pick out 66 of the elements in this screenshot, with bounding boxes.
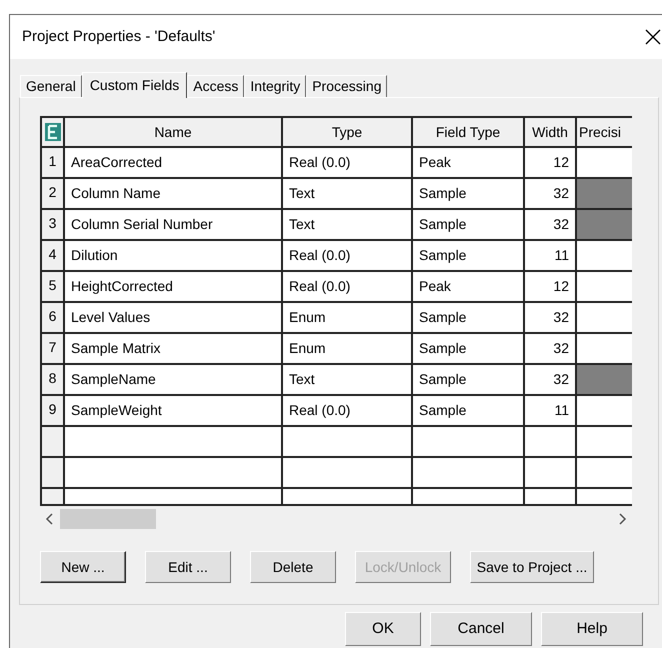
table-cell: Real (0.0) [282, 240, 412, 271]
table-cell: 32 [524, 209, 576, 240]
dialog-button[interactable]: OK [345, 612, 421, 646]
tab[interactable]: General [20, 75, 82, 97]
row-number[interactable]: 4 [42, 240, 64, 271]
table-cell: Sample [412, 178, 524, 209]
tab[interactable]: Processing [306, 75, 388, 97]
table-cell: Sample [412, 364, 524, 395]
table-cell: Text [282, 364, 412, 395]
table-cell: Column Serial Number [64, 209, 282, 240]
row-number[interactable]: 3 [42, 209, 64, 240]
scrollbar-thumb[interactable] [60, 509, 156, 529]
table-cell: Peak [412, 271, 524, 302]
table-cell: Text [282, 209, 412, 240]
table-cell: 11 [524, 395, 576, 426]
tab[interactable]: Custom Fields [82, 72, 188, 98]
column-header[interactable]: Name [64, 118, 282, 147]
row-number[interactable]: 7 [42, 333, 64, 364]
tab[interactable]: Integrity [244, 75, 306, 97]
table-cell: 12 [524, 147, 576, 178]
table-cell: Enum [282, 302, 412, 333]
table-cell: Sample [412, 240, 524, 271]
row-number[interactable]: 8 [42, 364, 64, 395]
table-cell: HeightCorrected [64, 271, 282, 302]
table-cell: 11 [524, 240, 576, 271]
table-cell: Sample Matrix [64, 333, 282, 364]
row-number[interactable]: 5 [42, 271, 64, 302]
dialog-button[interactable]: Help [541, 612, 643, 646]
dialog-button[interactable]: Cancel [430, 612, 532, 646]
action-button[interactable]: New ... [40, 551, 126, 583]
grid-icon[interactable] [44, 123, 60, 141]
column-header[interactable]: Type [282, 118, 412, 147]
table-cell: SampleWeight [64, 395, 282, 426]
action-button[interactable]: Edit ... [145, 551, 231, 583]
action-button[interactable]: Save to Project ... [470, 551, 594, 583]
row-number[interactable]: 6 [42, 302, 64, 333]
table-cell: Peak [412, 147, 524, 178]
action-button[interactable]: Delete [250, 551, 336, 583]
table-cell: AreaCorrected [64, 147, 282, 178]
column-header[interactable]: Precisi [576, 118, 632, 147]
table-cell: Sample [412, 395, 524, 426]
table-cell: Sample [412, 302, 524, 333]
row-number[interactable]: 2 [42, 178, 64, 209]
tab[interactable]: Access [187, 75, 244, 97]
table-cell: 32 [524, 364, 576, 395]
column-header[interactable]: Field Type [412, 118, 524, 147]
table-cell: Sample [412, 333, 524, 364]
table-cell: Enum [282, 333, 412, 364]
table-cell: 32 [524, 333, 576, 364]
table-cell: Text [282, 178, 412, 209]
table-cell: Dilution [64, 240, 282, 271]
table-cell: Sample [412, 209, 524, 240]
close-icon[interactable] [645, 29, 661, 45]
table-cell: Real (0.0) [282, 271, 412, 302]
table-cell: Column Name [64, 178, 282, 209]
table-cell: Real (0.0) [282, 395, 412, 426]
row-number[interactable]: 1 [42, 147, 64, 178]
table-cell: 32 [524, 302, 576, 333]
table-cell: Level Values [64, 302, 282, 333]
column-header[interactable]: Width [524, 118, 576, 147]
window-title: Project Properties - 'Defaults' [22, 26, 216, 47]
table-cell: 32 [524, 178, 576, 209]
table-cell: SampleName [64, 364, 282, 395]
row-number[interactable]: 9 [42, 395, 64, 426]
table-cell: Real (0.0) [282, 147, 412, 178]
table-cell: 12 [524, 271, 576, 302]
